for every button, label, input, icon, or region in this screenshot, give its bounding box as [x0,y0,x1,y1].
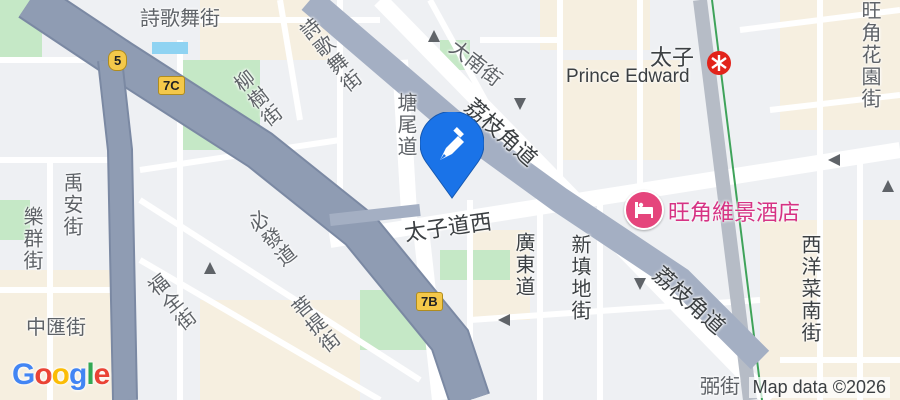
location-pin-icon[interactable] [419,110,485,202]
street-label-bottom-partial: 弼街 [700,374,740,398]
hotel-name-label[interactable]: 旺角維景酒店 [668,195,800,227]
route-5-shield: 5 [108,50,128,71]
street-label-tong-mei: 塘尾道 [394,92,418,158]
street-label-kwong-tung: 廣東道 [512,232,536,298]
street-label-lok-kwan: 樂群街 [20,206,44,272]
mtr-icon[interactable] [707,51,731,75]
street-label-chung-wui: 中匯街 [26,315,86,339]
street-label-sai-yeung-choi-south: 西洋菜南街 [798,234,822,344]
google-logo: Google [12,358,110,391]
street-label-yu-on: 禹安街 [60,172,84,238]
street-label-wang-kok-garden: 旺角花園街 [858,0,882,110]
exit-7c-shield: 7C [158,76,185,95]
water-area [152,42,188,54]
street-label-sun-chun-tei: 新填地街 [568,234,592,322]
map-attribution[interactable]: Map data ©2026 [748,377,890,398]
station-name-en: Prince Edward [566,66,690,87]
map-canvas[interactable]: 詩歌舞街 詩歌舞街 大南街 柳樹街 塘尾道 荔枝角道 荔枝角道 旺角花園街 太子… [0,0,900,400]
hotel-bed-icon[interactable] [624,190,664,230]
street-label-poetry-top: 詩歌舞街 [140,6,220,30]
exit-7b-shield: 7B [416,292,443,311]
